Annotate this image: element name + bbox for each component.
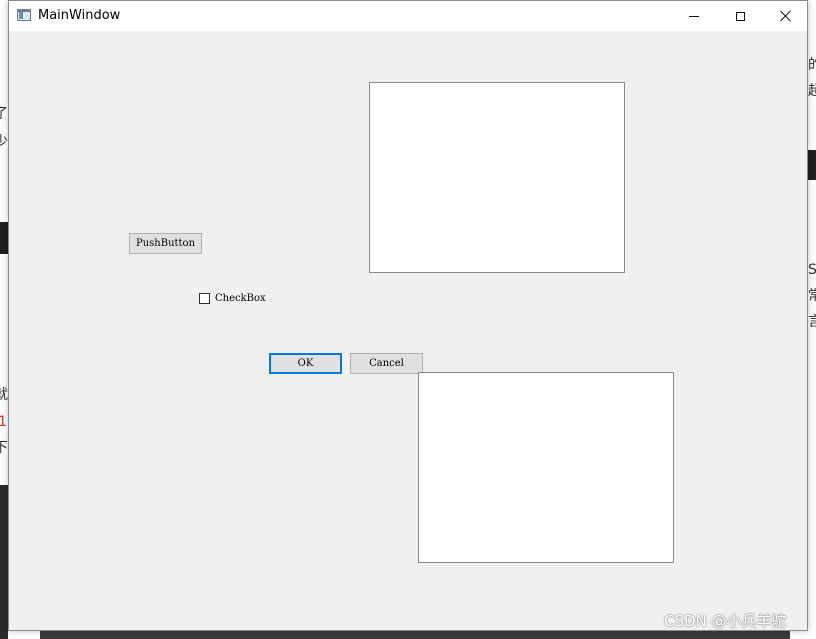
close-icon — [780, 10, 792, 22]
checkbox[interactable]: CheckBox — [199, 293, 266, 304]
background-dark-strip-left — [0, 222, 8, 254]
background-text-right-3: S — [808, 262, 816, 278]
main-window: MainWindow PushButton CheckBox OK Cancel — [8, 0, 808, 631]
background-text-right-5: 言 — [808, 314, 816, 330]
lower-white-panel — [418, 372, 674, 563]
checkbox-box[interactable] — [199, 293, 210, 304]
background-text-left-1: 了 — [0, 106, 8, 122]
csdn-watermark: CSDN @小兵羊驼 — [664, 612, 787, 630]
window-client-area: PushButton CheckBox OK Cancel — [9, 31, 807, 630]
background-dark-strip-left-lower — [0, 485, 8, 639]
background-dark-strip-bottom — [40, 631, 790, 639]
upper-white-panel — [369, 82, 625, 273]
checkbox-label[interactable]: CheckBox — [215, 293, 266, 304]
background-text-right-2: 超 — [808, 83, 816, 99]
minimize-icon — [689, 15, 699, 17]
background-text-left-2: 少 — [0, 134, 8, 150]
background-dark-strip-right — [808, 150, 816, 180]
ok-button[interactable]: OK — [269, 353, 342, 374]
background-text-right-1: 的 — [808, 57, 816, 73]
background-text-left-5: 下 — [0, 440, 8, 456]
window-title: MainWindow — [38, 8, 121, 23]
background-text-right-4: 常 — [808, 288, 816, 304]
background-text-left-4: 1 — [0, 414, 7, 430]
push-button[interactable]: PushButton — [129, 233, 202, 254]
close-button[interactable] — [763, 1, 809, 31]
cancel-button[interactable]: Cancel — [350, 353, 423, 374]
background-text-left-3: 就 — [0, 387, 8, 403]
maximize-icon — [735, 11, 745, 21]
minimize-button[interactable] — [671, 1, 717, 31]
app-window-icon — [17, 9, 31, 21]
maximize-button[interactable] — [717, 1, 763, 31]
title-bar[interactable]: MainWindow — [9, 1, 807, 31]
